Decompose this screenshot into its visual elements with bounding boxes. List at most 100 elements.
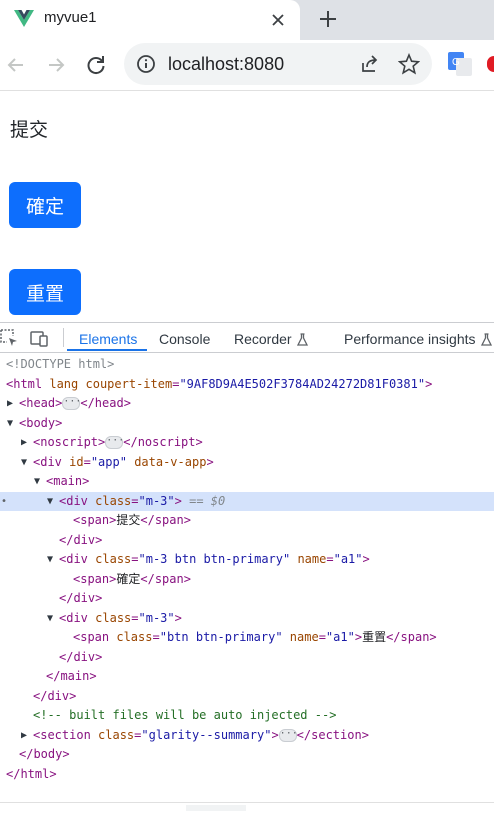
collapse-triangle-icon[interactable]: ▼	[21, 453, 31, 473]
attr-value: "m-3 btn btn-primary"	[138, 552, 291, 566]
browser-toolbar: localhost:8080 G	[0, 40, 494, 91]
tag-name: </noscript>	[123, 435, 203, 449]
dom-node-doctype[interactable]: <!DOCTYPE html>	[0, 355, 494, 375]
confirm-button[interactable]: 確定	[9, 182, 81, 228]
tag-name: <span>	[73, 571, 117, 586]
tag-name: <html	[6, 376, 43, 391]
svg-text:G: G	[452, 57, 460, 68]
dom-node-div-m3-selected[interactable]: • ▼ <div class="m-3"> == $0	[0, 491, 494, 512]
vue-logo-icon	[14, 10, 34, 27]
forward-arrow-icon[interactable]	[44, 53, 68, 77]
close-icon[interactable]	[267, 9, 289, 31]
inspect-element-icon[interactable]	[0, 329, 18, 347]
share-icon[interactable]	[360, 54, 380, 74]
collapsed-ellipsis-icon[interactable]: ···	[278, 728, 298, 742]
dom-node-div-close[interactable]: </div>	[0, 589, 494, 609]
tab-recorder-label: Recorder	[234, 331, 292, 347]
dom-node-noscript[interactable]: ▶ <noscript>···</noscript>	[0, 433, 494, 453]
tab-elements[interactable]: Elements	[79, 331, 137, 347]
extension-icon[interactable]	[487, 56, 494, 72]
doctype-text: <!DOCTYPE html>	[6, 357, 115, 371]
toolbar-divider	[63, 328, 64, 347]
active-tab-indicator	[67, 349, 147, 351]
reset-button[interactable]: 重置	[9, 269, 81, 315]
reload-icon[interactable]	[84, 53, 108, 77]
collapse-triangle-icon[interactable]: ▼	[7, 414, 17, 434]
attr-name: class	[95, 493, 132, 508]
expand-triangle-icon[interactable]: ▶	[21, 433, 31, 453]
tag-name: </span>	[140, 513, 191, 527]
tab-performance-insights-label: Performance insights	[344, 331, 476, 347]
attr-value: "m-3"	[138, 610, 175, 625]
google-translate-icon[interactable]: G	[448, 52, 472, 76]
attr-name: name	[289, 630, 319, 644]
device-toolbar-icon[interactable]	[30, 329, 48, 347]
dom-node-body-close[interactable]: </body>	[0, 745, 494, 765]
dom-node-comment[interactable]: <!-- built files will be auto injected -…	[0, 706, 494, 726]
collapse-triangle-icon[interactable]: ▼	[47, 609, 57, 629]
flask-icon	[480, 333, 492, 346]
attr-name: name	[297, 552, 327, 566]
tag-name: </html>	[6, 766, 57, 781]
tag-name: <section	[33, 727, 91, 742]
attr-value: "m-3"	[138, 493, 175, 508]
collapse-triangle-icon[interactable]: ▼	[34, 472, 44, 492]
expand-triangle-icon[interactable]: ▶	[7, 394, 17, 414]
dom-node-div-app[interactable]: ▼ <div id="app" data-v-app>	[0, 453, 494, 473]
dom-node-body[interactable]: ▼ <body>	[0, 414, 494, 434]
collapsed-ellipsis-icon[interactable]: ···	[105, 436, 124, 449]
dom-node-span-confirm[interactable]: <span>確定</span>	[0, 570, 494, 590]
text-node: 確定	[116, 571, 141, 586]
dom-node-html[interactable]: <html lang coupert-item="9AF8D9A4E502F37…	[0, 375, 494, 395]
tag-name: <div	[33, 454, 62, 469]
bookmark-star-icon[interactable]	[398, 53, 420, 75]
browser-tab-strip: myvue1	[0, 0, 494, 40]
attr-value: "glarity--summary"	[141, 727, 272, 742]
dom-node-div-close[interactable]: </div>	[0, 648, 494, 668]
attr-name: class	[116, 630, 153, 644]
expand-triangle-icon[interactable]: ▶	[21, 726, 31, 746]
attr-name: class	[95, 552, 132, 566]
tab-console[interactable]: Console	[159, 331, 210, 347]
dom-node-section[interactable]: ▶ <section class="glarity--summary">···<…	[0, 726, 494, 746]
attr-name: class	[95, 610, 132, 625]
tag-name: <div	[59, 493, 88, 508]
attr-name: coupert-item	[85, 376, 173, 391]
attr-value: "app"	[90, 454, 127, 469]
selected-node-marker: == $0	[189, 493, 226, 508]
tag-name: </body>	[19, 747, 70, 761]
attr-name: lang	[49, 376, 79, 391]
scrollbar-thumb[interactable]	[186, 805, 246, 811]
tag-name: </span>	[386, 630, 437, 644]
site-info-icon[interactable]	[136, 54, 156, 74]
url-text: localhost:8080	[168, 54, 285, 74]
dom-node-main[interactable]: ▼ <main>	[0, 472, 494, 492]
dom-node-main-close[interactable]: </main>	[0, 667, 494, 687]
collapse-triangle-icon[interactable]: ▼	[47, 492, 57, 512]
attr-value: "btn btn-primary"	[159, 630, 283, 644]
new-tab-plus-icon[interactable]	[314, 5, 342, 33]
dom-node-span-submit[interactable]: <span>提交</span>	[0, 511, 494, 531]
attr-value: "9AF8D9A4E502F3784AD24272D81F0381"	[179, 376, 426, 391]
tag-name: </span>	[140, 571, 191, 586]
devtools-bottom-scrollbar[interactable]	[0, 802, 494, 813]
text-node: 重置	[362, 630, 387, 644]
dom-node-div-m3[interactable]: ▼ <div class="m-3">	[0, 609, 494, 629]
collapsed-ellipsis-icon[interactable]: ···	[62, 397, 81, 410]
dom-node-html-close[interactable]: </html>	[0, 765, 494, 785]
dom-node-span-reset[interactable]: <span class="btn btn-primary" name="a1">…	[0, 628, 494, 648]
address-bar[interactable]: localhost:8080	[124, 43, 432, 85]
dom-node-div-btn[interactable]: ▼ <div class="m-3 btn btn-primary" name=…	[0, 550, 494, 570]
tab-performance-insights[interactable]: Performance insights	[344, 331, 492, 347]
browser-tab[interactable]: myvue1	[0, 0, 300, 40]
back-arrow-icon[interactable]	[4, 53, 28, 77]
dom-node-head[interactable]: ▶ <head>···</head>	[0, 394, 494, 414]
tag-name: <div	[59, 552, 88, 566]
tab-title: myvue1	[44, 9, 97, 26]
tag-name: </div>	[59, 649, 103, 664]
collapse-triangle-icon[interactable]: ▼	[47, 550, 57, 570]
dom-node-div-close[interactable]: </div>	[0, 531, 494, 551]
submit-text: 提交	[10, 119, 49, 141]
tab-recorder[interactable]: Recorder	[234, 331, 308, 347]
dom-node-div-app-close[interactable]: </div>	[0, 687, 494, 707]
